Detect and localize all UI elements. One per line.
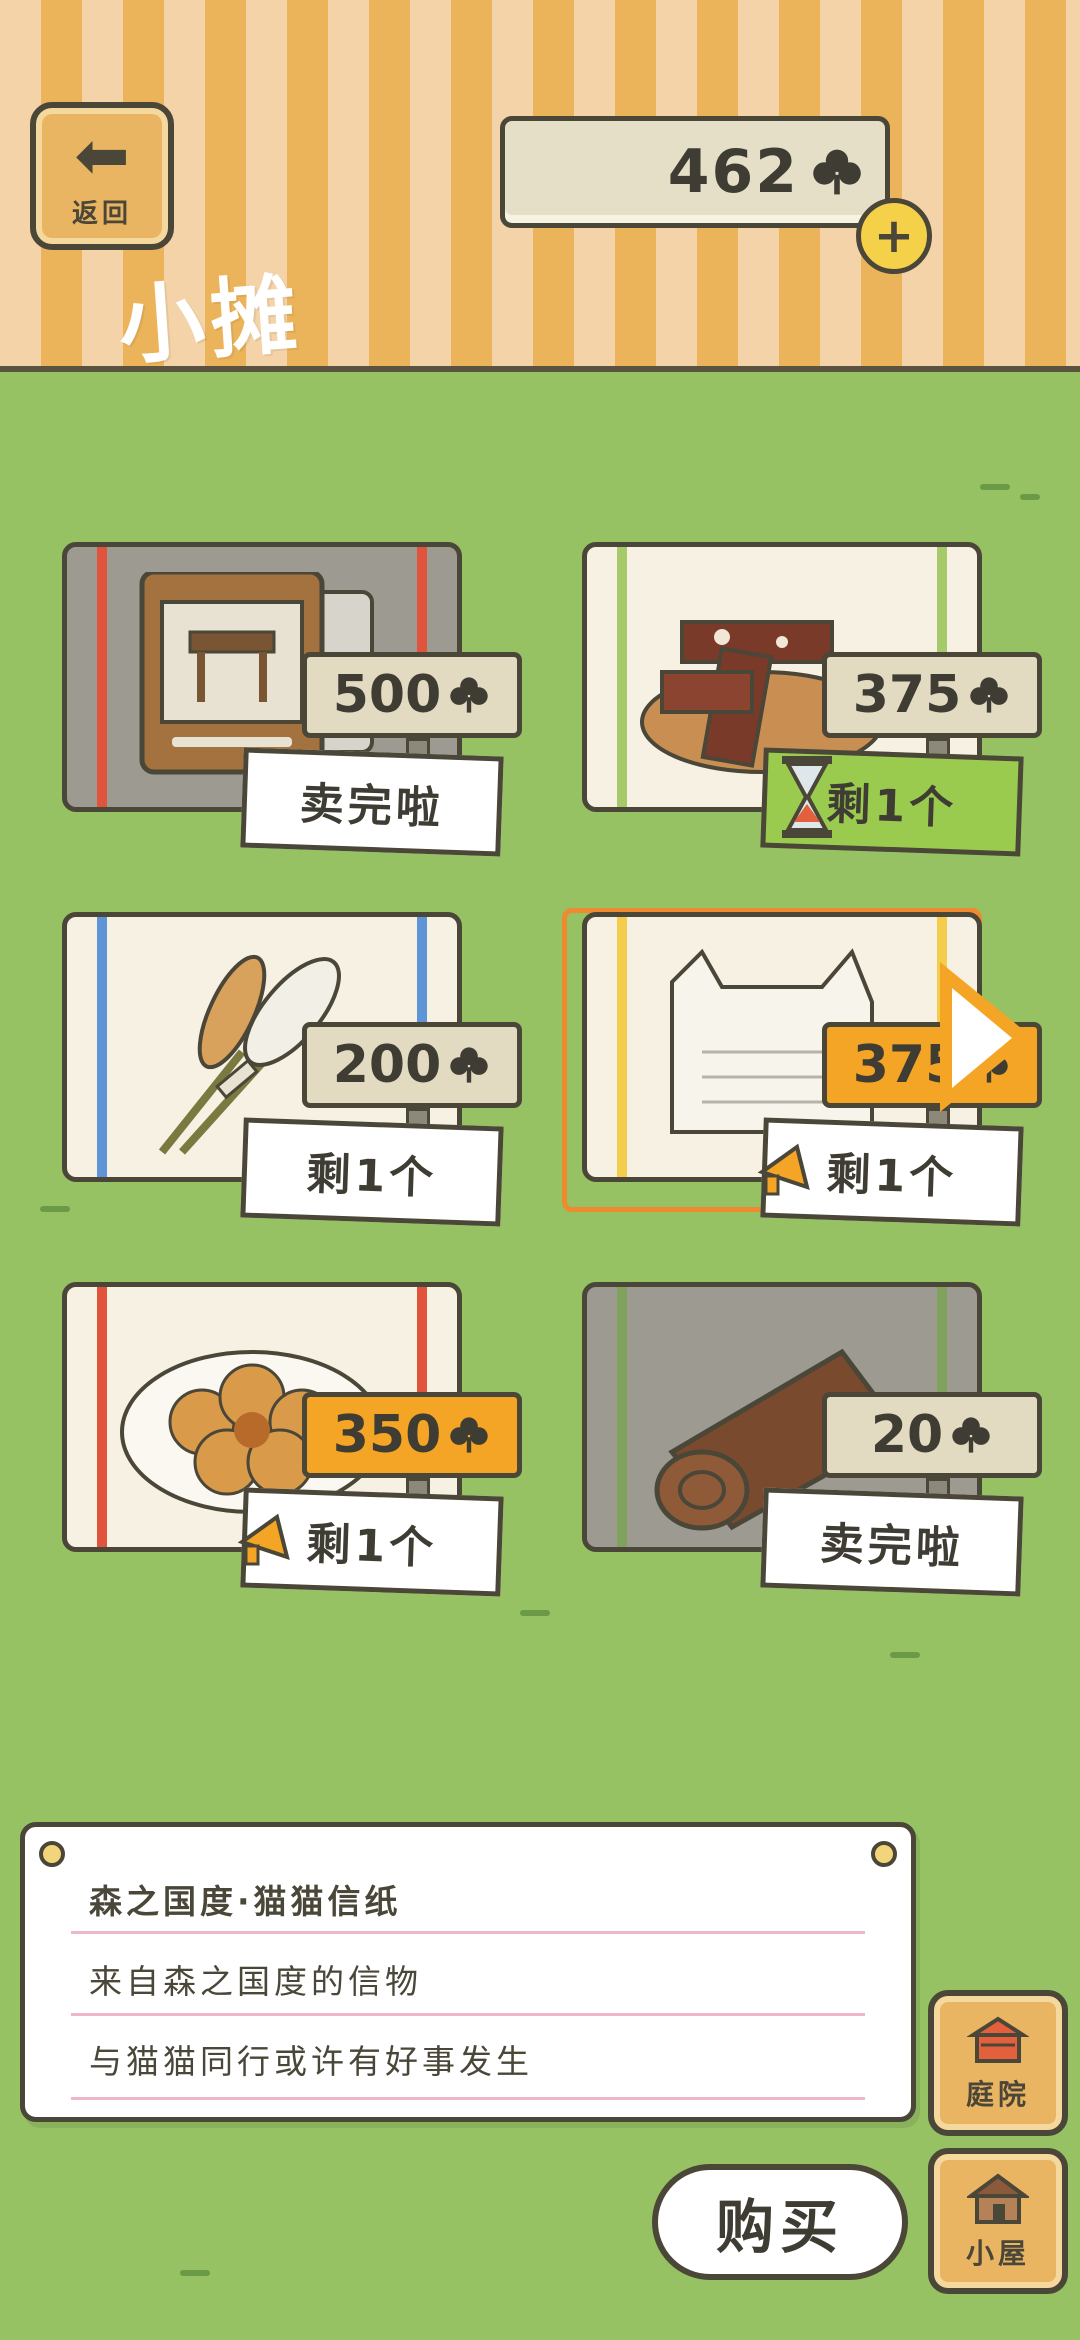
shop-item-donut[interactable]: 350 剩1个	[42, 1282, 562, 1612]
shop-item-stool[interactable]: 500 卖完啦	[42, 542, 562, 872]
yard-button[interactable]: 庭院	[928, 1990, 1068, 2136]
price-tag: 200	[302, 1022, 522, 1108]
back-button-label: 返回	[71, 198, 132, 229]
stock-status: 卖完啦	[760, 1487, 1024, 1597]
grass-decoration	[890, 1652, 920, 1658]
item-desc-line2: 与猫猫同行或许有好事发生	[89, 2042, 533, 2081]
shop-item-brownies[interactable]: 375 剩1个	[562, 542, 1080, 872]
price-value: 20	[870, 1405, 944, 1465]
clover-icon	[450, 677, 488, 713]
divider	[71, 1931, 865, 1934]
clover-icon	[450, 1047, 488, 1083]
price-tag: 350	[302, 1392, 522, 1478]
shop-item-cat-stationery[interactable]: 375 剩1个	[562, 912, 1080, 1242]
currency-display: 462	[500, 116, 890, 228]
megaphone-icon	[237, 1513, 290, 1566]
clover-icon	[450, 1417, 488, 1453]
back-arrow-icon: ⬅	[74, 116, 130, 194]
item-title: 森之国度·猫猫信纸	[89, 1882, 402, 1921]
grass-decoration	[980, 484, 1010, 490]
yard-icon	[967, 2016, 1029, 2063]
price-tag: 20	[822, 1392, 1042, 1478]
house-button[interactable]: 小屋	[928, 2148, 1068, 2294]
currency-value: 462	[667, 137, 799, 207]
pin-icon	[39, 1841, 65, 1867]
item-description-panel: 森之国度·猫猫信纸 来自森之国度的信物 与猫猫同行或许有好事发生	[20, 1822, 916, 2122]
house-button-label: 小屋	[965, 2237, 1030, 2270]
price-value: 350	[332, 1405, 442, 1465]
clover-icon	[952, 1417, 990, 1453]
price-value: 500	[332, 665, 442, 725]
stock-status: 卖完啦	[240, 747, 504, 857]
megaphone-icon	[757, 1143, 810, 1196]
pin-icon	[871, 1841, 897, 1867]
page-title: 小摊	[115, 264, 306, 378]
grass-decoration	[1020, 494, 1040, 500]
house-icon	[967, 2173, 1029, 2224]
price-value: 375	[852, 665, 962, 725]
stock-status: 剩1个	[240, 1117, 504, 1227]
yard-button-label: 庭院	[965, 2078, 1030, 2111]
plus-icon: +	[873, 208, 915, 264]
shop-item-wheat[interactable]: 200 剩1个	[42, 912, 562, 1242]
hourglass-icon	[782, 756, 832, 838]
price-tag: 500	[302, 652, 522, 738]
divider	[71, 2013, 865, 2016]
item-desc-line1: 来自森之国度的信物	[89, 1962, 422, 2001]
grass-decoration	[180, 2270, 210, 2276]
divider	[71, 2097, 865, 2100]
back-button[interactable]: ⬅ 返回	[30, 102, 174, 250]
shop-item-log[interactable]: 20 卖完啦	[562, 1282, 1080, 1612]
clover-icon	[970, 677, 1008, 713]
price-value: 200	[332, 1035, 442, 1095]
add-currency-button[interactable]: +	[856, 198, 932, 274]
buy-button[interactable]: 购买	[652, 2164, 908, 2280]
price-tag: 375	[822, 652, 1042, 738]
clover-icon	[813, 149, 861, 195]
